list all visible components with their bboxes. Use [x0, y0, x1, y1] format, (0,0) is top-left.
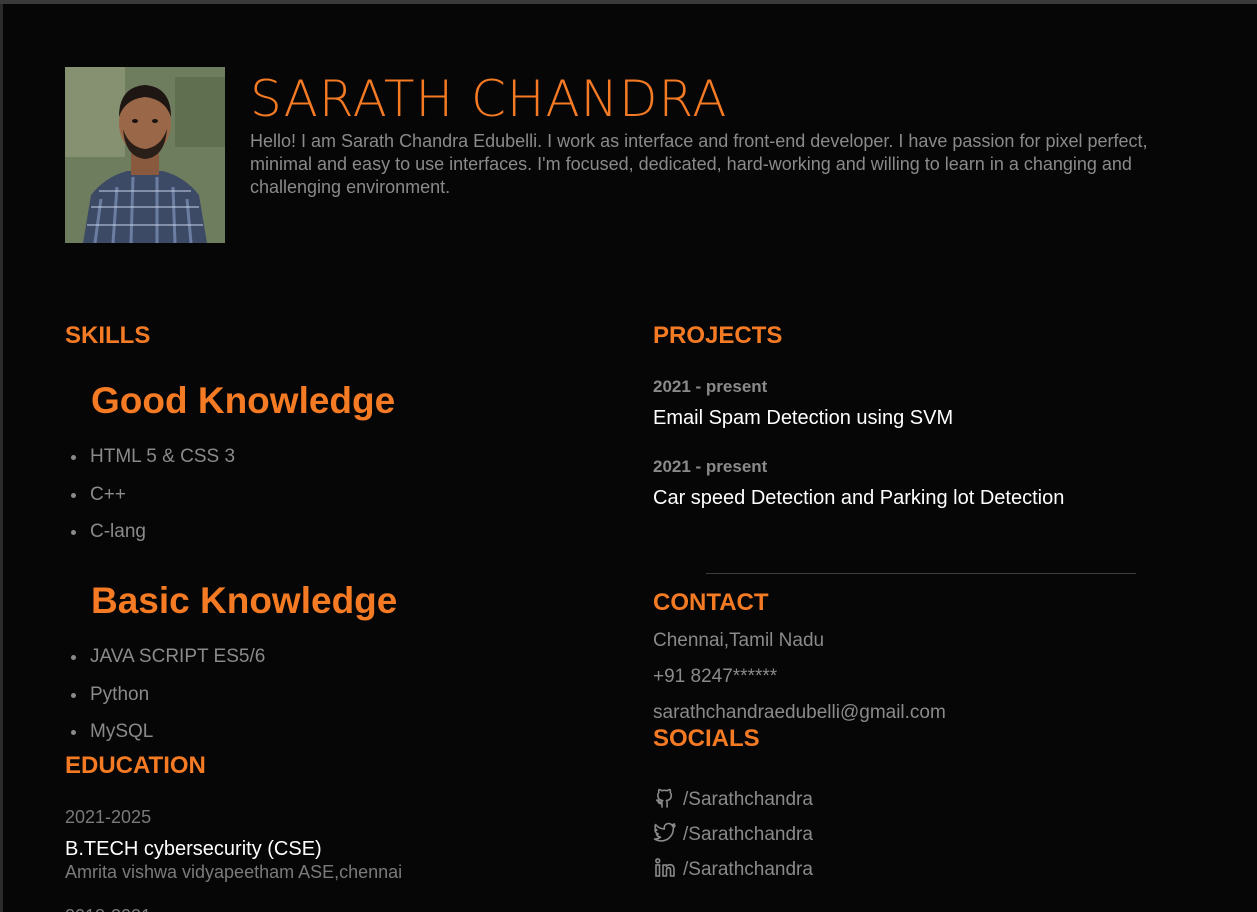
list-item: Python [65, 684, 265, 722]
social-handle: /Sarathchandra [683, 859, 813, 880]
project-date: 2021 - present [653, 377, 768, 396]
section-divider [706, 573, 1136, 574]
good-knowledge-heading: Good Knowledge [91, 380, 396, 421]
education-years: 2021-2025 [65, 807, 152, 827]
projects-heading: PROJECTS [653, 322, 783, 349]
basic-knowledge-heading: Basic Knowledge [91, 580, 398, 621]
education-years-partial: 2018-2021 [65, 906, 151, 912]
project-date: 2021 - present [653, 457, 768, 476]
good-knowledge-list: HTML 5 & CSS 3 C++ C-lang [65, 446, 235, 559]
project-title: Email Spam Detection using SVM [653, 407, 954, 429]
github-icon [655, 788, 673, 808]
list-item: HTML 5 & CSS 3 [65, 446, 235, 484]
person-photo-icon [65, 67, 225, 243]
page-title: SARATH CHANDRA [250, 70, 728, 128]
list-item: C-lang [65, 521, 235, 559]
contact-email[interactable]: sarathchandraedubelli@gmail.com [653, 702, 946, 724]
basic-knowledge-list: JAVA SCRIPT ES5/6 Python MySQL [65, 646, 265, 759]
education-degree: B.TECH cybersecurity (CSE) [65, 838, 322, 860]
list-item: C++ [65, 484, 235, 522]
social-link-linkedin[interactable]: /Sarathchandra [653, 850, 813, 880]
social-handle: /Sarathchandra [683, 824, 813, 845]
bio-text: Hello! I am Sarath Chandra Edubelli. I w… [250, 131, 1148, 197]
twitter-icon [653, 822, 676, 842]
socials-heading: SOCIALS [653, 725, 760, 752]
social-link-twitter[interactable]: /Sarathchandra [653, 815, 813, 845]
contact-location: Chennai,Tamil Nadu [653, 630, 825, 651]
project-title: Car speed Detection and Parking lot Dete… [653, 487, 1065, 509]
education-heading: EDUCATION [65, 752, 206, 779]
education-school: Amrita vishwa vidyapeetham ASE,chennai [65, 862, 403, 882]
resume-page: SARATH CHANDRA Hello! I am Sarath Chandr… [3, 4, 1257, 912]
profile-photo [65, 67, 225, 243]
linkedin-icon [655, 858, 675, 877]
skills-heading: SKILLS [65, 322, 151, 349]
social-link-github[interactable]: /Sarathchandra [653, 780, 813, 810]
social-handle: /Sarathchandra [683, 789, 813, 810]
contact-phone[interactable]: +91 8247****** [653, 666, 777, 688]
list-item: JAVA SCRIPT ES5/6 [65, 646, 265, 684]
contact-heading: CONTACT [653, 589, 769, 616]
